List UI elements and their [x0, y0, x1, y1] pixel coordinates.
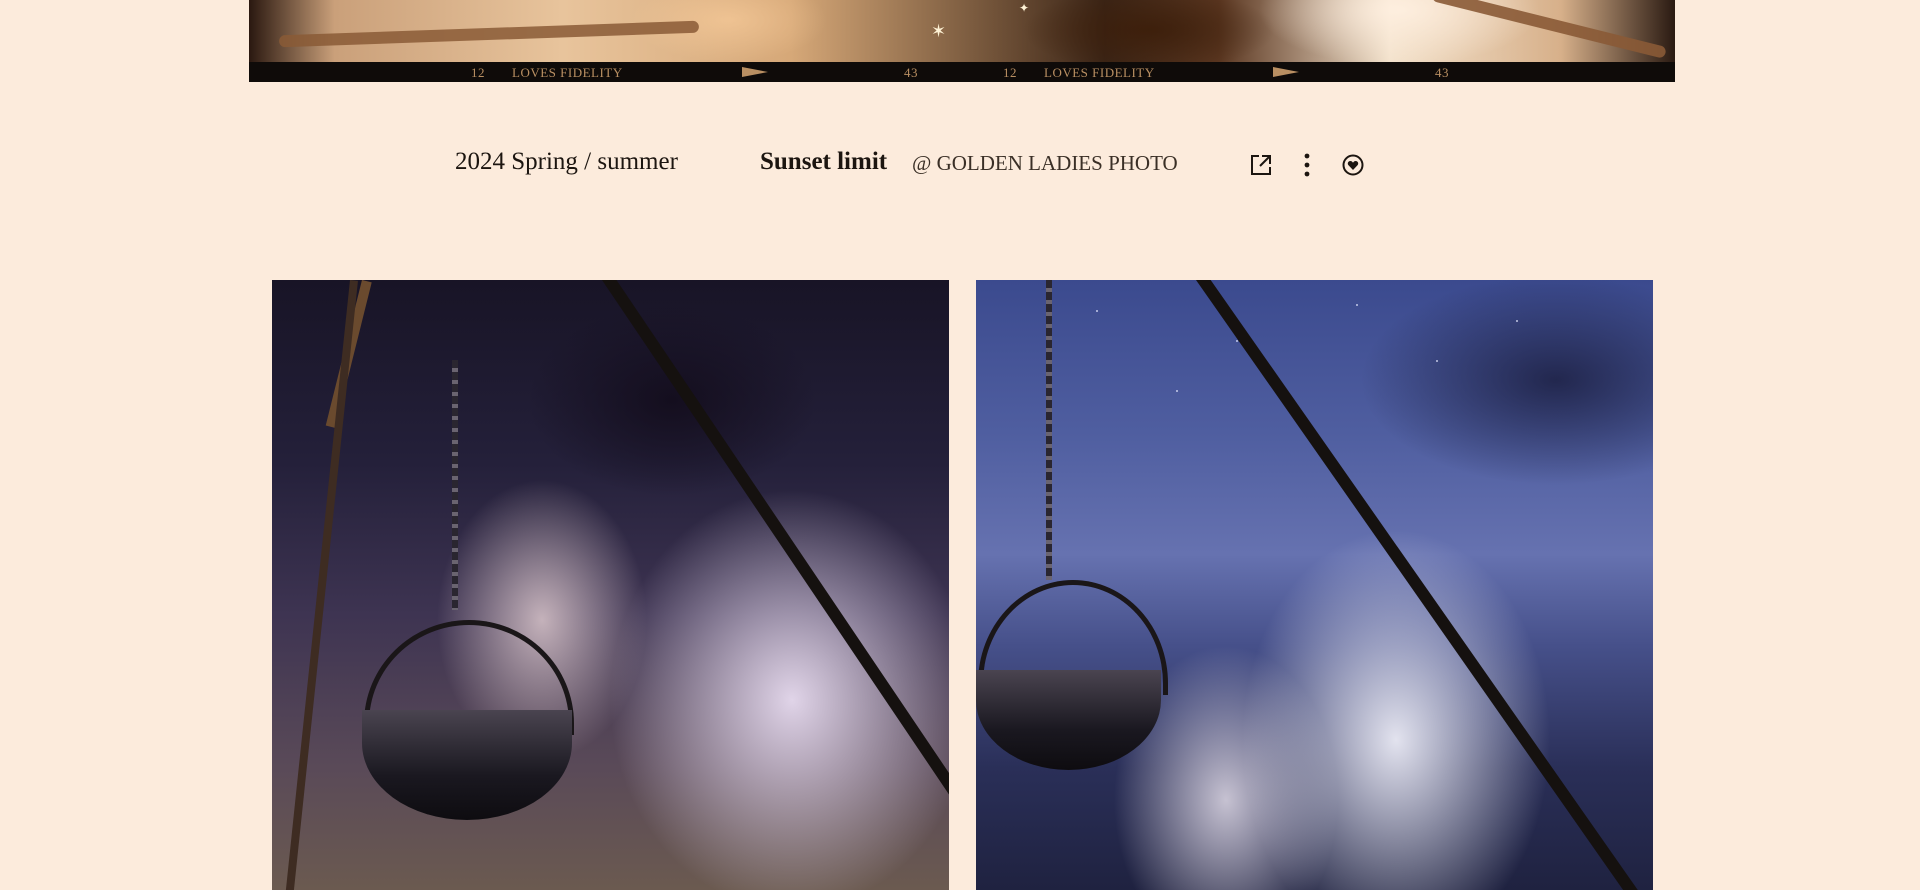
- film-frame-number: 43: [904, 65, 918, 80]
- sparkler-icon: ✦: [1019, 1, 1030, 15]
- film-frame-number: 12: [1003, 65, 1017, 80]
- hero-chair-rail: [1431, 0, 1667, 59]
- like-button[interactable]: [1338, 150, 1368, 180]
- film-strip: 12 LOVES FIDELITY 43 12 LOVES FIDELITY 4…: [249, 62, 1675, 82]
- star: [1096, 310, 1098, 312]
- heart-circle-icon: [1342, 154, 1364, 176]
- star: [1516, 320, 1518, 322]
- hero-photo-strip: ✶ ✦ 12 LOVES FIDELITY 43 12 LOVES FIDELI…: [249, 0, 1675, 82]
- tripod-pole: [602, 280, 949, 861]
- hero-chair-rail: [278, 20, 700, 48]
- campfire-pot: [976, 670, 1161, 770]
- gallery-photo[interactable]: [976, 280, 1653, 890]
- more-options-button[interactable]: [1292, 150, 1322, 180]
- film-arrow-icon: [1273, 67, 1299, 77]
- tripod-pole: [1196, 280, 1642, 890]
- campfire-pot: [362, 710, 572, 820]
- sparkler-icon: ✶: [931, 21, 947, 41]
- star: [1356, 304, 1358, 306]
- film-frame-number: 12: [471, 65, 485, 80]
- share-external-icon: [1251, 155, 1271, 175]
- more-vertical-icon: [1304, 153, 1310, 177]
- season-label: 2024 Spring / summer: [455, 148, 678, 175]
- hanging-chain: [1046, 280, 1052, 580]
- film-arrow-icon: [742, 67, 768, 77]
- star: [1436, 360, 1438, 362]
- film-caption: LOVES FIDELITY: [512, 65, 623, 80]
- share-button[interactable]: [1246, 150, 1276, 180]
- collection-title-bar: 2024 Spring / summer Sunset limit @ GOLD…: [0, 148, 1920, 184]
- photographer-credit[interactable]: @ GOLDEN LADIES PHOTO: [912, 151, 1178, 176]
- hero-photo: ✶ ✦: [249, 0, 1675, 62]
- film-caption: LOVES FIDELITY: [1044, 65, 1155, 80]
- gallery-photo[interactable]: [272, 280, 949, 890]
- hanging-chain: [452, 360, 458, 610]
- tripod-pole: [283, 280, 358, 890]
- film-frame-number: 43: [1435, 65, 1449, 80]
- collection-title: Sunset limit: [760, 148, 888, 175]
- star: [1176, 390, 1178, 392]
